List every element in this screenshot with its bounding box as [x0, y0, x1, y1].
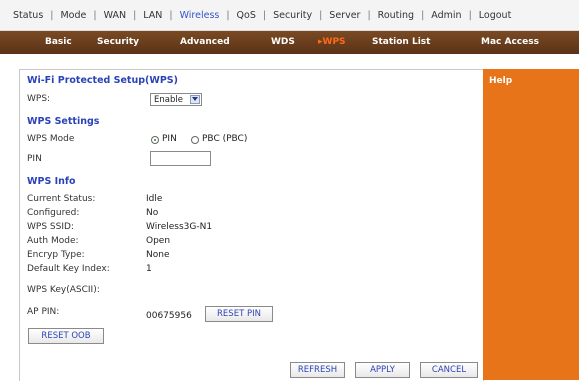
wps-panel: Wi-Fi Protected Setup(WPS) WPS: Enable W… — [19, 69, 484, 381]
nav-lan[interactable]: LAN — [136, 10, 169, 21]
cancel-button[interactable]: CANCEL — [420, 362, 478, 378]
wps-select-value: Enable — [154, 95, 183, 105]
ap-pin-value: 00675956 — [146, 311, 192, 321]
nav-logout[interactable]: Logout — [472, 10, 519, 21]
tab-basic[interactable]: Basic — [45, 31, 72, 54]
tab-advanced[interactable]: Advanced — [180, 31, 230, 54]
info-value-default-key-index: 1 — [146, 264, 152, 274]
radio-pbc-label: PBC (PBC) — [202, 134, 248, 144]
ap-pin-label: AP PIN: — [27, 307, 60, 317]
info-label-encryp-type: Encryp Type: — [27, 250, 85, 260]
info-label-default-key-index: Default Key Index: — [27, 264, 110, 274]
info-label-configured: Configured: — [27, 208, 80, 218]
info-value-current-status: Idle — [146, 194, 163, 204]
info-value-configured: No — [146, 208, 159, 218]
tab-wds[interactable]: WDS — [271, 31, 295, 54]
nav-status[interactable]: Status — [6, 10, 50, 21]
info-label-auth-mode: Auth Mode: — [27, 236, 79, 246]
wps-mode-label: WPS Mode — [27, 134, 75, 144]
apply-button[interactable]: APPLY — [355, 362, 410, 378]
wps-key-label: WPS Key(ASCII): — [27, 285, 100, 295]
help-title: Help — [489, 76, 513, 86]
info-label-current-status: Current Status: — [27, 194, 96, 204]
pin-label: PIN — [27, 154, 42, 164]
top-nav: Status | Mode | WAN | LAN | Wireless | Q… — [0, 0, 579, 31]
info-value-wps-ssid: Wireless3G-N1 — [146, 222, 213, 232]
tab-wps[interactable]: ▸WPS — [318, 31, 346, 54]
section-title-wps-info: WPS Info — [27, 176, 76, 187]
wps-label: WPS: — [27, 94, 51, 104]
help-panel: Help — [483, 69, 579, 380]
tab-mac-access[interactable]: Mac Access — [481, 31, 539, 54]
sub-nav: Basic Security Advanced WDS ▸WPS Station… — [0, 31, 579, 54]
pin-input[interactable] — [150, 151, 211, 166]
reset-oob-button[interactable]: RESET OOB — [28, 328, 104, 344]
nav-wan[interactable]: WAN — [97, 10, 133, 21]
radio-pbc[interactable] — [191, 136, 199, 144]
nav-server[interactable]: Server — [322, 10, 367, 21]
tab-security[interactable]: Security — [97, 31, 139, 54]
info-label-wps-ssid: WPS SSID: — [27, 222, 74, 232]
nav-routing[interactable]: Routing — [371, 10, 421, 21]
section-title-wps-settings: WPS Settings — [27, 116, 100, 127]
reset-pin-button[interactable]: RESET PIN — [205, 306, 273, 322]
nav-wireless[interactable]: Wireless — [173, 10, 227, 21]
refresh-button[interactable]: REFRESH — [290, 362, 345, 378]
info-value-encryp-type: None — [146, 250, 170, 260]
chevron-down-icon — [190, 95, 200, 104]
radio-pin-label: PIN — [162, 134, 177, 144]
nav-mode[interactable]: Mode — [53, 10, 93, 21]
nav-security[interactable]: Security — [266, 10, 319, 21]
info-value-auth-mode: Open — [146, 236, 171, 246]
nav-admin[interactable]: Admin — [424, 10, 468, 21]
tab-station-list[interactable]: Station List — [372, 31, 430, 54]
nav-qos[interactable]: QoS — [230, 10, 263, 21]
wps-select[interactable]: Enable — [150, 93, 202, 106]
section-title-wps: Wi-Fi Protected Setup(WPS) — [27, 75, 178, 86]
radio-pin[interactable] — [151, 136, 159, 144]
